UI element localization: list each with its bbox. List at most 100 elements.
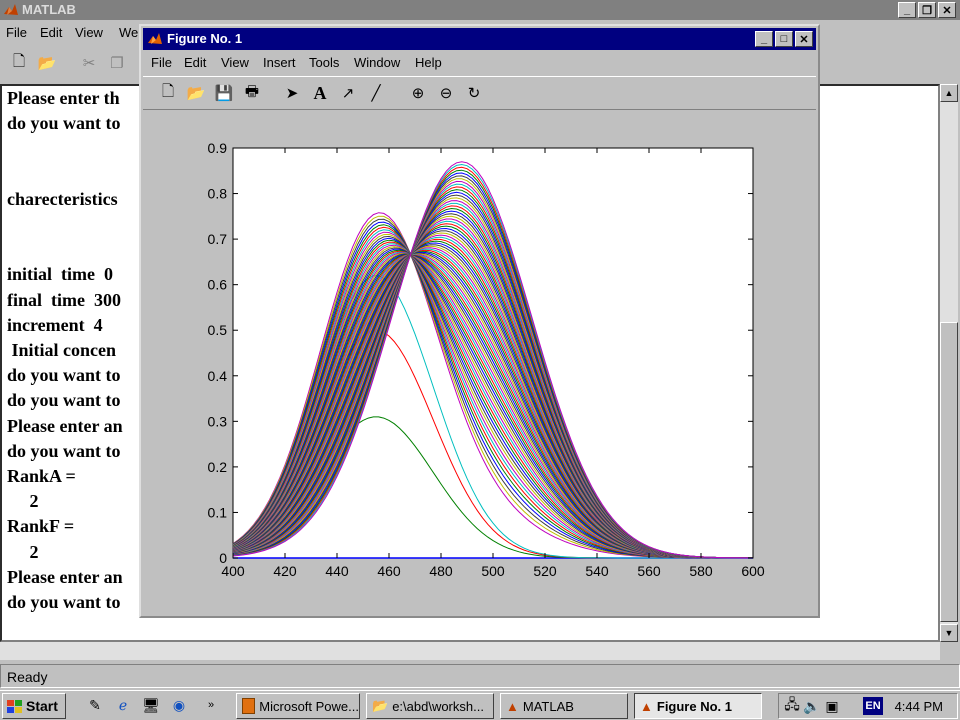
- y-tick-label: 0.7: [208, 231, 228, 247]
- menu-edit[interactable]: Edit: [40, 25, 62, 40]
- save-icon[interactable]: 💾: [213, 82, 235, 104]
- scroll-up-arrow-icon[interactable]: ▲: [940, 84, 958, 102]
- new-file-icon[interactable]: 🗋: [8, 52, 30, 74]
- zoom-out-icon[interactable]: ⊖: [435, 82, 457, 104]
- fig-menu-window[interactable]: Window: [354, 55, 400, 70]
- fig-menu-view[interactable]: View: [221, 55, 249, 70]
- scroll-thumb[interactable]: [940, 322, 958, 622]
- windows-logo-icon: [7, 699, 22, 713]
- matlab-window-title: MATLAB: [22, 2, 76, 17]
- open-folder-icon[interactable]: 📂: [36, 52, 58, 74]
- more-quicklaunch-icon[interactable]: »: [202, 696, 220, 714]
- task-matlab[interactable]: ▲ MATLAB: [500, 693, 628, 719]
- x-tick-label: 460: [377, 563, 401, 579]
- command-output-line: final time 300: [7, 289, 121, 310]
- task-label: MATLAB: [522, 698, 574, 714]
- language-indicator[interactable]: EN: [863, 697, 883, 715]
- command-output-line: RankF =: [7, 516, 75, 537]
- x-tick-label: 440: [325, 563, 349, 579]
- system-tray: 🖧 🔈 ▣ EN 4:44 PM: [778, 693, 958, 719]
- status-text: Ready: [7, 669, 48, 685]
- close-button[interactable]: ✕: [938, 2, 956, 18]
- horizontal-scrollbar[interactable]: [0, 642, 940, 660]
- command-output-line: do you want to: [7, 365, 121, 386]
- restore-button[interactable]: ❐: [918, 2, 936, 18]
- command-output-line: do you want to: [7, 390, 121, 411]
- fig-menu-edit[interactable]: Edit: [184, 55, 206, 70]
- task-figure[interactable]: ▲ Figure No. 1: [634, 693, 762, 719]
- command-output-line: initial time 0: [7, 264, 113, 285]
- rotate-icon[interactable]: ↻: [463, 82, 485, 104]
- y-tick-label: 0.2: [208, 459, 228, 475]
- y-tick-label: 0.3: [208, 413, 228, 429]
- x-tick-label: 520: [533, 563, 557, 579]
- y-tick-label: 0: [219, 550, 227, 566]
- command-output-line: charecteristics: [7, 188, 118, 209]
- volume-icon[interactable]: 🔈: [803, 697, 821, 715]
- start-button[interactable]: Start: [2, 693, 66, 719]
- x-tick-label: 500: [481, 563, 505, 579]
- open-file-icon[interactable]: 📂: [185, 82, 207, 104]
- matlab-logo-icon: ▲: [506, 698, 519, 714]
- quicklaunch-edit-icon[interactable]: ✎: [86, 696, 104, 714]
- new-figure-icon[interactable]: 🗋: [157, 82, 179, 104]
- command-output-line: increment 4: [7, 314, 103, 335]
- scroll-down-arrow-icon[interactable]: ▼: [940, 624, 958, 642]
- vertical-scrollbar[interactable]: ▲ ▼: [940, 84, 958, 642]
- monitor-icon[interactable]: ▣: [823, 697, 841, 715]
- fig-menu-file[interactable]: File: [151, 55, 172, 70]
- x-tick-label: 580: [689, 563, 713, 579]
- menu-view[interactable]: View: [75, 25, 103, 40]
- task-worksheet[interactable]: 📂 e:\abd\worksh...: [366, 693, 494, 719]
- x-tick-label: 560: [637, 563, 661, 579]
- close-button[interactable]: ✕: [795, 31, 813, 47]
- insert-arrow-icon[interactable]: ↗: [337, 82, 359, 104]
- print-icon[interactable]: 🖶: [241, 82, 263, 104]
- copy-icon[interactable]: ❐: [106, 52, 128, 74]
- figure-titlebar[interactable]: Figure No. 1 _ □ ✕: [143, 28, 816, 50]
- plot-area[interactable]: 400 420 440 460 480 500 520 540 560 580 60000.10.2…: [141, 110, 818, 616]
- command-output-line: Please enter an: [7, 566, 123, 587]
- minimize-button[interactable]: _: [755, 31, 773, 47]
- x-tick-label: 540: [585, 563, 609, 579]
- command-output-line: do you want to: [7, 113, 121, 134]
- x-tick-label: 600: [741, 563, 765, 579]
- task-label: Microsoft Powe...: [259, 698, 359, 714]
- menu-file[interactable]: File: [6, 25, 27, 40]
- y-tick-label: 0.5: [208, 322, 228, 338]
- powerpoint-icon: [242, 698, 256, 714]
- x-tick-label: 420: [273, 563, 297, 579]
- taskbar: Start ✎ ℯ 🖥 ◉ » Microsoft Powe... 📂 e:\a…: [0, 690, 960, 720]
- y-tick-label: 0.4: [208, 368, 228, 384]
- menu-web[interactable]: We: [119, 25, 138, 40]
- command-output-line: Please enter th: [7, 88, 120, 108]
- status-bar: Ready: [0, 664, 960, 688]
- zoom-in-icon[interactable]: ⊕: [407, 82, 429, 104]
- quicklaunch-desktop-icon[interactable]: 🖥: [142, 696, 160, 714]
- fig-menu-insert[interactable]: Insert: [263, 55, 296, 70]
- fig-menu-tools[interactable]: Tools: [309, 55, 339, 70]
- y-tick-label: 0.8: [208, 186, 228, 202]
- network-icon[interactable]: 🖧: [783, 696, 801, 715]
- task-powerpoint[interactable]: Microsoft Powe...: [236, 693, 360, 719]
- maximize-button[interactable]: □: [775, 31, 793, 47]
- figure-window: Figure No. 1 _ □ ✕ File Edit View Insert…: [139, 24, 820, 618]
- fig-menu-help[interactable]: Help: [415, 55, 442, 70]
- insert-text-icon[interactable]: A: [309, 82, 331, 104]
- y-tick-label: 0.9: [208, 140, 228, 156]
- quicklaunch-internet-explorer-icon[interactable]: ℯ: [114, 696, 132, 714]
- command-output-line: RankA =: [7, 466, 76, 486]
- x-tick-label: 480: [429, 563, 453, 579]
- command-output-line: Initial concen: [7, 340, 117, 360]
- matlab-logo-icon: [148, 33, 162, 44]
- command-output-line: do you want to: [7, 592, 121, 612]
- cut-icon[interactable]: ✂: [78, 52, 100, 74]
- insert-line-icon[interactable]: ╱: [365, 82, 387, 104]
- command-output-line: 2: [7, 491, 39, 512]
- select-arrow-icon[interactable]: ➤: [281, 82, 303, 104]
- matlab-titlebar[interactable]: MATLAB _ ❐ ✕: [0, 0, 960, 20]
- command-output-line: do you want to: [7, 440, 121, 461]
- folder-icon: 📂: [372, 698, 389, 713]
- quicklaunch-channels-icon[interactable]: ◉: [170, 696, 188, 714]
- minimize-button[interactable]: _: [898, 2, 916, 18]
